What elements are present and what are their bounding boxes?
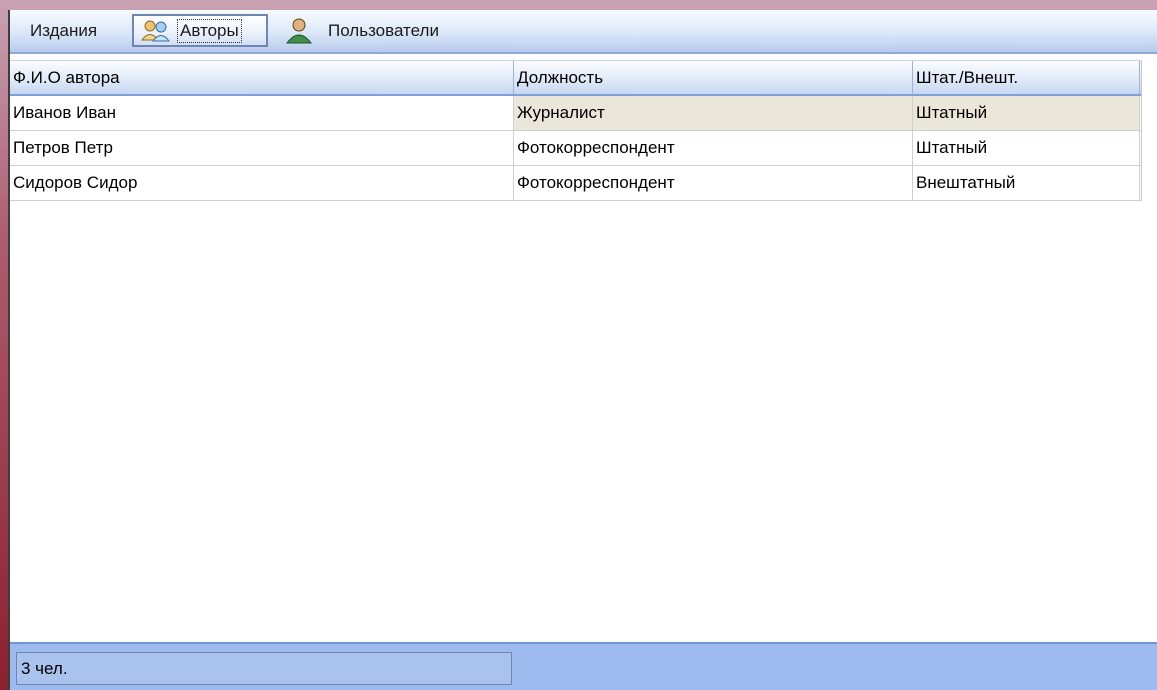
user-icon	[284, 18, 316, 44]
cell-name[interactable]: Иванов Иван	[10, 96, 514, 130]
table-row[interactable]: Петров Петр Фотокорреспондент Штатный	[10, 131, 1141, 166]
tab-polzovateli-label: Пользователи	[328, 20, 439, 40]
table-header: Ф.И.О автора Должность Штат./Внешт.	[10, 60, 1141, 96]
table-row[interactable]: Иванов Иван Журналист Штатный	[10, 96, 1141, 131]
tab-avtory[interactable]: Авторы	[132, 14, 268, 47]
tab-avtory-label: Авторы	[177, 18, 242, 43]
tab-strip: Издания Авторы Пользователи	[10, 10, 1157, 54]
cell-name[interactable]: Сидоров Сидор	[10, 166, 514, 200]
tab-izdaniya-label: Издания	[30, 20, 98, 40]
status-bar: 3 чел.	[10, 642, 1157, 690]
cell-name[interactable]: Петров Петр	[10, 131, 514, 165]
table-row[interactable]: Сидоров Сидор Фотокорреспондент Внештатн…	[10, 166, 1141, 201]
cell-position[interactable]: Фотокорреспондент	[514, 166, 913, 200]
column-header-name[interactable]: Ф.И.О автора	[10, 61, 514, 94]
authors-table: Ф.И.О автора Должность Штат./Внешт. Иван…	[10, 60, 1142, 201]
people-group-icon	[140, 18, 172, 44]
column-header-staff-type[interactable]: Штат./Внешт.	[913, 61, 1140, 94]
cell-staff-type[interactable]: Штатный	[913, 96, 1140, 130]
column-header-position[interactable]: Должность	[514, 61, 913, 94]
cell-position[interactable]: Журналист	[514, 96, 913, 130]
status-count: 3 чел.	[16, 652, 512, 685]
cell-position[interactable]: Фотокорреспондент	[514, 131, 913, 165]
tab-izdaniya[interactable]: Издания	[24, 14, 103, 47]
cell-staff-type[interactable]: Внештатный	[913, 166, 1140, 200]
app-window: Издания Авторы Пользователи Ф.И.О автора…	[8, 10, 1157, 690]
cell-staff-type[interactable]: Штатный	[913, 131, 1140, 165]
tab-polzovateli[interactable]: Пользователи	[278, 14, 445, 47]
